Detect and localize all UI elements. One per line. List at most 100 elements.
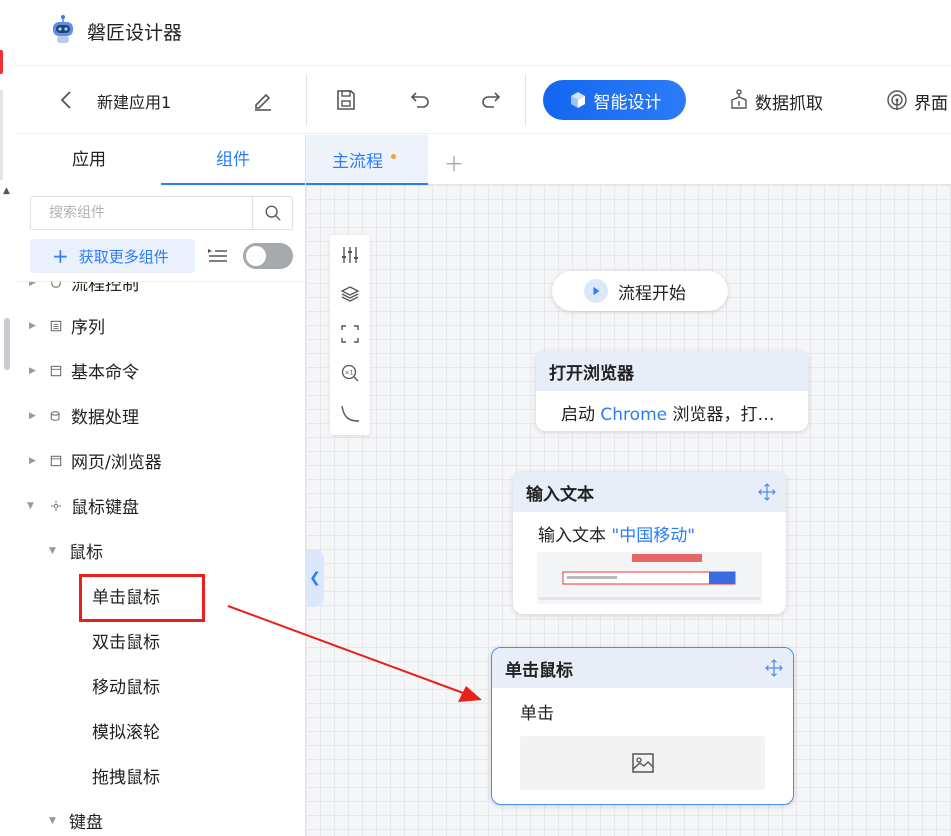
tree-item-data-processing[interactable]: ▶ 数据处理 [17, 393, 305, 438]
cube-icon [568, 90, 588, 110]
tree-group-label: 键盘 [69, 813, 103, 833]
ui-button[interactable]: 界面 [914, 89, 948, 114]
left-panel: 应用 组件 + 获取更多组件 ▶ 流程控制 ▶ 序列 ▶ 基本 [17, 135, 306, 836]
left-edge-strip: ▲ [0, 0, 17, 836]
tree-item-label: 拖拽鼠标 [92, 768, 160, 788]
expand-arrow-icon[interactable]: ▶ [29, 411, 36, 421]
move-handle-icon[interactable] [758, 483, 776, 506]
expand-arrow-icon[interactable]: ▶ [29, 456, 36, 466]
back-chevron-icon[interactable] [53, 86, 81, 114]
move-handle-icon[interactable] [765, 659, 783, 682]
tree-item-label: 网页/浏览器 [71, 453, 162, 473]
tree-item-double-click[interactable]: 双击鼠标 [17, 618, 305, 663]
connector-curve-icon[interactable] [338, 401, 362, 425]
node-body: 输入文本 "中国移动" [538, 526, 696, 546]
toolbar-divider [306, 74, 307, 126]
get-more-components-button[interactable]: + 获取更多组件 [30, 239, 195, 273]
data-processing-icon [49, 409, 63, 423]
play-icon [584, 279, 608, 303]
redo-icon[interactable] [477, 86, 505, 114]
component-tree: ▶ 流程控制 ▶ 序列 ▶ 基本命令 ▶ 数据处理 ▶ 网页/浏览器 ▼ 鼠标键… [17, 281, 305, 836]
annotation-highlight-box [79, 574, 205, 622]
node-title: 单击鼠标 [492, 648, 793, 688]
basic-commands-icon [49, 364, 63, 378]
ui-capture-icon[interactable] [883, 86, 911, 114]
tree-item-label: 移动鼠标 [92, 678, 160, 698]
list-view-icon[interactable] [207, 245, 229, 269]
tree-group-mouse[interactable]: ▼ 鼠标 [17, 528, 305, 573]
data-scrape-icon[interactable] [725, 86, 753, 114]
tree-item-web-browser[interactable]: ▶ 网页/浏览器 [17, 438, 305, 483]
tree-item-label: 流程控制 [71, 281, 139, 295]
chevron-left-icon: ❮ [309, 570, 321, 586]
collapse-panel-handle[interactable]: ❮ [306, 549, 324, 607]
get-more-label: 获取更多组件 [78, 247, 169, 266]
zoom-reset-icon[interactable]: ×1 [338, 361, 362, 385]
tree-item-drag-mouse[interactable]: 拖拽鼠标 [17, 753, 305, 798]
component-search [30, 196, 293, 230]
toolbar: 新建应用1 智能设计 数据抓取 界面 [17, 66, 951, 134]
view-toggle-switch[interactable] [243, 243, 293, 269]
tree-item-label: 模拟滚轮 [92, 723, 160, 743]
collapse-arrow-icon[interactable]: ▼ [49, 546, 56, 556]
tree-item-basic-commands[interactable]: ▶ 基本命令 [17, 348, 305, 393]
robot-logo-icon [47, 13, 79, 45]
tab-components[interactable]: 组件 [161, 135, 305, 185]
toolbar-divider [525, 74, 526, 126]
image-placeholder[interactable] [520, 736, 765, 790]
tree-item-mouse-keyboard[interactable]: ▼ 鼠标键盘 [17, 483, 305, 528]
node-input-text[interactable]: 输入文本 输入文本 "中国移动" [513, 472, 786, 614]
search-button[interactable] [252, 197, 292, 229]
canvas-tab-bar: 主流程 ＋ [306, 135, 951, 185]
unsaved-dot [391, 153, 396, 159]
fit-screen-icon[interactable] [338, 322, 362, 346]
tree-item-label: 基本命令 [71, 363, 139, 383]
node-title: 输入文本 [513, 472, 786, 512]
tree-item-sequence[interactable]: ▶ 序列 [17, 303, 305, 348]
app-title: 磐匠设计器 [87, 22, 183, 44]
edit-pencil-icon[interactable] [249, 86, 277, 114]
edge-indicator [0, 50, 3, 74]
app-name: 新建应用1 [97, 93, 172, 112]
tree-item-label: 数据处理 [71, 408, 139, 428]
collapse-arrow-icon[interactable]: ▼ [49, 816, 56, 826]
plus-icon: + [52, 244, 69, 268]
edge-panel [0, 90, 3, 180]
browser-icon [49, 454, 63, 468]
flow-control-icon [49, 282, 63, 290]
node-single-click[interactable]: 单击鼠标 单击 [491, 647, 794, 805]
flow-canvas[interactable]: ❮ ×1 流程开始 打开浏览器 启动 Chrome 浏览器，打… 输入文本 输入… [306, 185, 951, 836]
tree-item-flow-control[interactable]: ▶ 流程控制 [17, 281, 305, 305]
expand-arrow-icon[interactable]: ▶ [29, 321, 36, 331]
smart-design-button[interactable]: 智能设计 [543, 80, 686, 120]
tab-main-flow[interactable]: 主流程 [306, 135, 428, 185]
tree-item-label: 鼠标键盘 [71, 498, 139, 518]
sequence-icon [49, 319, 63, 333]
layers-icon[interactable] [338, 282, 362, 306]
undo-icon[interactable] [406, 86, 434, 114]
flow-start-node[interactable]: 流程开始 [552, 271, 728, 311]
collapse-arrow-icon[interactable]: ▼ [27, 501, 34, 511]
scrollbar-thumb[interactable] [4, 318, 10, 370]
image-icon [631, 751, 655, 775]
data-scrape-button[interactable]: 数据抓取 [755, 89, 823, 114]
expand-arrow-icon[interactable]: ▶ [29, 282, 36, 288]
tab-app[interactable]: 应用 [17, 135, 161, 185]
adjust-sliders-icon[interactable] [338, 243, 362, 267]
add-tab-icon[interactable]: ＋ [444, 148, 464, 177]
tree-group-keyboard[interactable]: ▼ 键盘 [17, 798, 305, 836]
save-icon[interactable] [332, 86, 360, 114]
scroll-up-arrow-icon[interactable]: ▲ [3, 186, 10, 196]
svg-text:×1: ×1 [345, 370, 354, 377]
expand-arrow-icon[interactable]: ▶ [29, 366, 36, 376]
node-body: 启动 Chrome 浏览器，打… [561, 405, 775, 425]
tree-item-scroll-wheel[interactable]: 模拟滚轮 [17, 708, 305, 753]
node-open-browser[interactable]: 打开浏览器 启动 Chrome 浏览器，打… [536, 351, 808, 431]
mouse-keyboard-icon [49, 499, 63, 513]
node-body: 单击 [520, 704, 554, 724]
smart-design-label: 智能设计 [593, 92, 662, 113]
tree-item-move-mouse[interactable]: 移动鼠标 [17, 663, 305, 708]
tree-item-label: 序列 [71, 318, 105, 338]
canvas-toolbar: ×1 [330, 235, 370, 435]
search-input[interactable] [31, 197, 253, 229]
